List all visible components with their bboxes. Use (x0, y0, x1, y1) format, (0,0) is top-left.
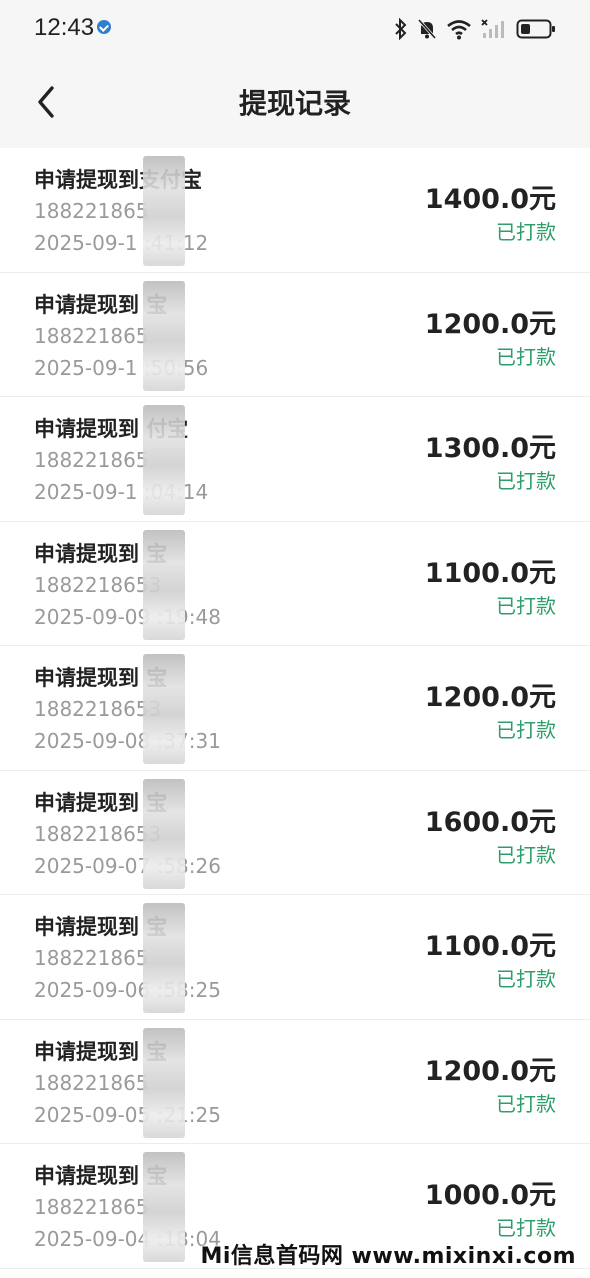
record-time: 2025-09-08 :37:31 (34, 729, 221, 753)
privacy-mosaic (143, 778, 185, 889)
list-item[interactable]: 申请提现到 宝 188221865 2025-09-06 :58:25 1100… (0, 895, 590, 1020)
record-amount: 1300.0元 (424, 433, 556, 464)
list-item[interactable]: 申请提现到 宝 1882218653 2025-09-08 :37:31 120… (0, 646, 590, 771)
battery-low-icon (516, 19, 555, 39)
record-account: 188221865 (34, 1195, 149, 1219)
status-time: 12:43 (34, 14, 95, 41)
record-amount: 1200.0元 (424, 1055, 556, 1087)
privacy-mosaic (143, 405, 185, 515)
privacy-mosaic (143, 1027, 185, 1138)
app-header: 提现记录 (0, 58, 590, 148)
privacy-mosaic (143, 156, 185, 266)
verified-badge-icon (97, 20, 111, 34)
record-amount: 1200.0元 (424, 682, 556, 713)
record-status: 已打款 (496, 718, 556, 742)
list-item[interactable]: 申请提现到 付宝 188221865 2025-09-1 :04:14 1300… (0, 397, 590, 522)
record-amount: 1000.0元 (424, 1180, 556, 1211)
privacy-mosaic (143, 529, 185, 640)
list-item[interactable]: 申请提现到 宝 1882218653 2025-09-07 :58:26 160… (0, 771, 590, 895)
status-icons (394, 16, 556, 42)
record-status: 已打款 (496, 344, 556, 369)
record-status: 已打款 (496, 593, 556, 618)
record-time: 2025-09-05 :21:25 (34, 1102, 221, 1127)
withdrawal-record-list: 申请提现到支付宝 188221865 2025-09-1 :41:12 1400… (0, 148, 590, 1269)
wifi-icon (447, 20, 471, 40)
record-account: 188221865 (34, 199, 149, 223)
record-time: 2025-09-04 :18:04 (34, 1227, 221, 1251)
record-account: 188221865 (34, 323, 149, 348)
record-status: 已打款 (496, 1216, 556, 1240)
record-amount: 1400.0元 (424, 184, 556, 215)
bluetooth-icon (395, 18, 407, 40)
record-amount: 1600.0元 (424, 806, 556, 838)
record-amount: 1100.0元 (424, 557, 556, 589)
record-time: 2025-09-07 :58:26 (34, 853, 221, 878)
record-time: 2025-09-06 :58:25 (34, 978, 221, 1002)
record-status: 已打款 (496, 967, 556, 991)
privacy-mosaic (143, 903, 185, 1013)
record-status: 已打款 (496, 220, 556, 244)
record-amount: 1100.0元 (424, 931, 556, 962)
list-item[interactable]: 申请提现到 宝 188221865 2025-09-1 :50:56 1200.… (0, 273, 590, 397)
privacy-mosaic (143, 1152, 185, 1262)
page-title: 提现记录 (238, 87, 351, 120)
signal-off-icon (481, 19, 504, 38)
record-account: 188221865 (34, 946, 149, 970)
record-amount: 1200.0元 (424, 308, 556, 340)
bell-muted-icon (417, 19, 437, 39)
list-item[interactable]: 申请提现到支付宝 188221865 2025-09-1 :41:12 1400… (0, 148, 590, 273)
privacy-mosaic (143, 654, 185, 764)
watermark: Mi信息首码网 www.mixinxi.com (200, 1244, 576, 1269)
status-bar: 12:43 (0, 0, 590, 58)
list-item[interactable]: 申请提现到 宝 188221865 2025-09-05 :21:25 1200… (0, 1020, 590, 1144)
record-account: 188221865 (34, 1070, 149, 1095)
record-time: 2025-09-09 :19:48 (34, 604, 221, 629)
list-item[interactable]: 申请提现到 宝 1882218653 2025-09-09 :19:48 110… (0, 522, 590, 646)
record-status: 已打款 (496, 1091, 556, 1116)
record-status: 已打款 (496, 842, 556, 867)
record-account: 188221865 (34, 448, 149, 472)
privacy-mosaic (143, 280, 185, 391)
record-status: 已打款 (496, 469, 556, 493)
